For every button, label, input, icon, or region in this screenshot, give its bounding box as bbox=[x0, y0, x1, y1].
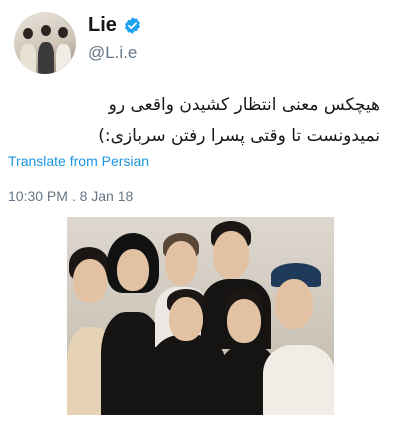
avatar-figure-head bbox=[58, 27, 68, 38]
avatar-figure-head bbox=[23, 28, 33, 39]
photo-person-face bbox=[213, 231, 249, 279]
avatar-figure bbox=[56, 44, 71, 74]
tweet-timestamp[interactable]: 10:30 PM . 8 Jan 18 bbox=[8, 188, 133, 204]
photo-person-face bbox=[165, 241, 197, 285]
photo-person bbox=[263, 345, 334, 415]
photo-person-face bbox=[227, 299, 261, 343]
avatar-figure bbox=[20, 44, 36, 74]
tweet-photo[interactable] bbox=[67, 217, 334, 415]
avatar-figure bbox=[38, 42, 54, 74]
tweet-text-line: هیچکس معنی انتظار کشیدن واقعی رو bbox=[108, 95, 380, 115]
photo-person-face bbox=[275, 279, 313, 329]
photo-person bbox=[149, 335, 227, 415]
verified-badge-icon bbox=[123, 16, 142, 35]
name-row: Lie bbox=[88, 14, 142, 37]
photo-person-face bbox=[73, 259, 107, 303]
avatar-figure-head bbox=[41, 25, 51, 36]
user-handle[interactable]: @L.i.e bbox=[88, 43, 137, 63]
tweet-card: Lie @L.i.e هیچکس معنی انتظار کشیدن واقعی… bbox=[0, 0, 400, 434]
display-name[interactable]: Lie bbox=[88, 14, 117, 37]
photo-person-face bbox=[169, 297, 203, 341]
avatar[interactable] bbox=[14, 12, 76, 74]
photo-person-face bbox=[117, 249, 149, 291]
tweet-text: هیچکس معنی انتظار کشیدن واقعی رو نمیدونس… bbox=[14, 90, 380, 152]
translate-link[interactable]: Translate from Persian bbox=[8, 153, 149, 169]
tweet-text-line: نمیدونست تا وقتی پسرا رفتن سربازی:) bbox=[98, 126, 380, 146]
